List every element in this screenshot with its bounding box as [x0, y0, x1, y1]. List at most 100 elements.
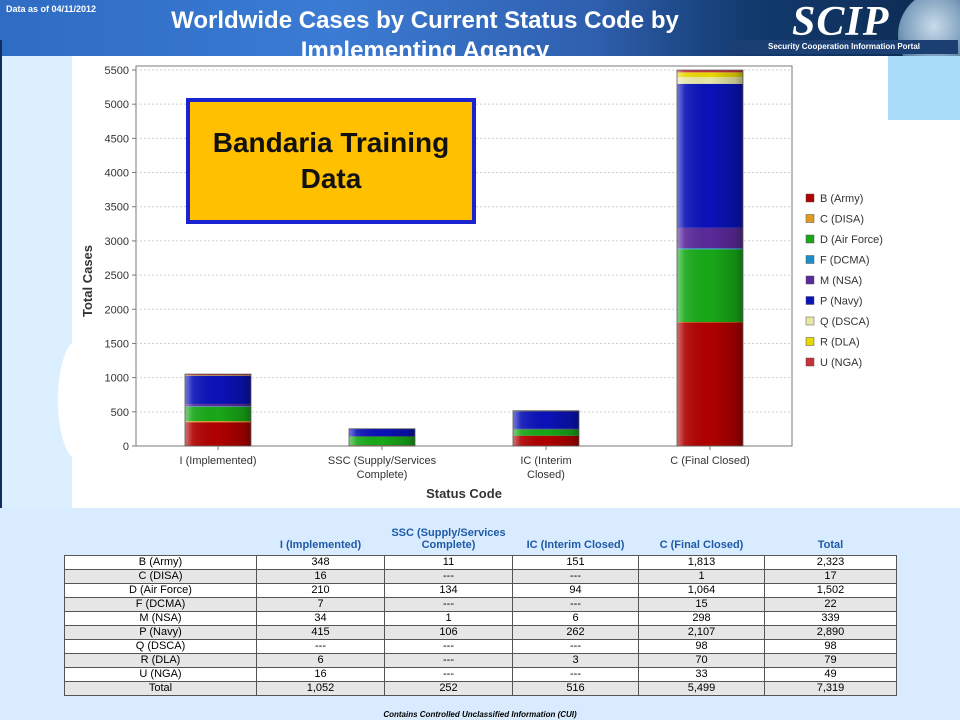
legend-label: F (DCMA) — [820, 255, 870, 267]
table-cell: --- — [256, 638, 385, 654]
table-cell: 252 — [384, 680, 513, 696]
x-tick-label: C (Final Closed) — [670, 455, 749, 467]
y-tick-label: 2500 — [105, 270, 129, 282]
legend-label: M (NSA) — [820, 275, 862, 287]
bar-segment-shade — [677, 83, 743, 228]
table-header-cell: Total — [817, 538, 844, 551]
table-header-cell: SSC (Supply/Services Complete) — [391, 526, 506, 551]
table-header-cell: I (Implemented) — [279, 538, 362, 551]
table-cell: 11 — [384, 554, 513, 570]
bar-segment-shade — [185, 403, 251, 407]
table-cell: 134 — [384, 582, 513, 598]
y-tick-label: 500 — [111, 407, 129, 419]
table-cell: --- — [512, 638, 639, 654]
bar-segment-shade — [513, 410, 579, 429]
bar-segment-shade — [185, 422, 251, 446]
legend-label: U (NGA) — [820, 357, 862, 369]
table-cell: 70 — [638, 652, 765, 668]
y-tick-label: 0 — [123, 441, 129, 453]
table-cell: 49 — [764, 666, 897, 682]
y-tick-label: 3000 — [105, 236, 129, 248]
table-cell: 98 — [638, 638, 765, 654]
table-cell: 2,890 — [764, 624, 897, 640]
table-cell: 1,052 — [256, 680, 385, 696]
table-cell: --- — [512, 568, 639, 584]
table-cell: 2,323 — [764, 554, 897, 570]
page-title: Worldwide Cases by Current Status Code b… — [171, 7, 679, 56]
table-cell: --- — [384, 652, 513, 668]
y-tick-label: 3500 — [105, 202, 129, 214]
bar-segment-shade — [677, 321, 743, 323]
table-cell: 1 — [384, 610, 513, 626]
left-edge-line — [0, 40, 2, 508]
table-cell: 94 — [512, 582, 639, 598]
table-cell: 298 — [638, 610, 765, 626]
bar-segment-shade — [185, 406, 251, 422]
legend-swatch — [805, 275, 815, 285]
scip-logo: SCIP Security Cooperation Information Po… — [728, 0, 960, 56]
table-row: C (DISA) 16 --- --- 1 17 — [64, 568, 897, 584]
table-row-label: F (DCMA) — [64, 596, 257, 612]
table-header-row: I (Implemented) SSC (Supply/Services Com… — [65, 508, 897, 555]
y-axis-title: Total Cases — [80, 245, 95, 317]
table-cell: 6 — [256, 652, 385, 668]
table-cell: 415 — [256, 624, 385, 640]
table-cell: 1,813 — [638, 554, 765, 570]
table-cell: 3 — [512, 652, 639, 668]
bar-segment-shade — [513, 435, 579, 446]
table-cell: --- — [384, 596, 513, 612]
legend-label: P (Navy) — [820, 296, 863, 308]
bar-segment-shade — [513, 429, 579, 436]
bar-segment-shade — [677, 322, 743, 446]
legend-swatch — [805, 357, 815, 367]
bar-segment-shade — [185, 375, 251, 404]
bar-segment-shade — [185, 406, 251, 407]
table-row: F (DCMA) 7 --- --- 15 22 — [64, 596, 897, 612]
cases-data-table: I (Implemented) SSC (Supply/Services Com… — [64, 508, 897, 696]
table-row-label: Total — [64, 680, 257, 696]
table-cell: 15 — [638, 596, 765, 612]
table-header-cell — [65, 508, 257, 555]
bar-segment-shade — [677, 77, 743, 84]
legend-swatch — [805, 337, 815, 346]
table-cell: 210 — [256, 582, 385, 598]
header-banner: Data as of 04/11/2012 Worldwide Cases by… — [0, 0, 960, 56]
table-row: P (Navy) 415 106 262 2,107 2,890 — [64, 624, 897, 640]
table-cell: --- — [384, 666, 513, 682]
table-cell: 6 — [512, 610, 639, 626]
table-cell: 1 — [638, 568, 765, 584]
legend-swatch — [805, 193, 815, 203]
table-cell: 22 — [764, 596, 897, 612]
legend-swatch — [805, 255, 815, 264]
table-cell: 7,319 — [764, 680, 897, 696]
y-tick-label: 4500 — [105, 133, 129, 145]
legend-swatch — [805, 214, 815, 223]
legend-label: C (DISA) — [820, 214, 864, 226]
table-cell: 348 — [256, 554, 385, 570]
x-tick-label: SSC (Supply/Services Complete) — [328, 455, 437, 481]
bar-segment-shade — [185, 375, 251, 376]
x-axis-title: Status Code — [426, 486, 502, 501]
table-cell: 1,502 — [764, 582, 897, 598]
table-row-label: C (DISA) — [64, 568, 257, 584]
bar-segment-shade — [185, 421, 251, 423]
legend-label: R (DLA) — [820, 337, 860, 349]
bar-segment-shade — [349, 428, 415, 437]
table-cell: --- — [512, 666, 639, 682]
table-cell: --- — [384, 638, 513, 654]
y-tick-label: 5000 — [105, 99, 129, 111]
legend-label: Q (DSCA) — [820, 316, 870, 328]
table-cell: 262 — [512, 624, 639, 640]
chart-area: 0 500 1000 1500 2000 2500 3000 3500 4000 4500 5000… — [72, 56, 888, 508]
table-cell: 339 — [764, 610, 897, 626]
table-header-cell: IC (Interim Closed) — [526, 538, 625, 551]
table-cell: 2,107 — [638, 624, 765, 640]
table-header-cell: C (Final Closed) — [659, 538, 744, 551]
table-cell: 106 — [384, 624, 513, 640]
x-tick-label: I (Implemented) — [179, 455, 256, 467]
y-tick-label: 1500 — [105, 338, 129, 350]
bar-segment-shade — [349, 436, 415, 446]
table-row: M (NSA) 34 1 6 298 339 — [64, 610, 897, 626]
cui-footer-note: Contains Controlled Unclassified Informa… — [383, 710, 577, 719]
table-cell: 16 — [256, 568, 385, 584]
